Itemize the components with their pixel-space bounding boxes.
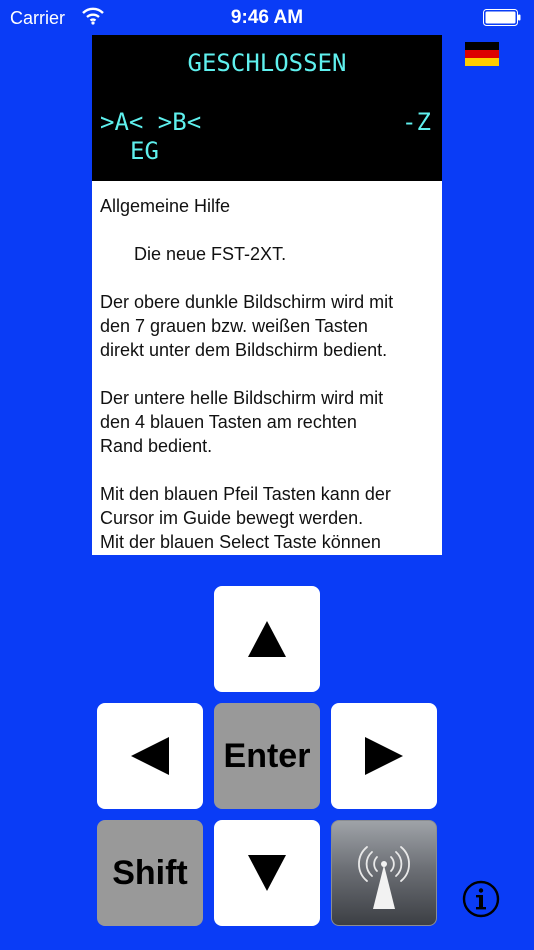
- arrow-up-icon: [248, 621, 286, 657]
- right-arrow-button[interactable]: [331, 703, 437, 809]
- lcd-display[interactable]: GESCHLOSSEN >A< >B< -Z EG: [92, 35, 442, 181]
- lcd-line2-left: >A< >B<: [100, 108, 202, 136]
- down-arrow-button[interactable]: [214, 820, 320, 926]
- help-para3-line3: Mit der blauen Select Taste können: [100, 532, 381, 552]
- enter-label: Enter: [223, 736, 311, 775]
- help-text-panel[interactable]: Allgemeine Hilfe Die neue FST-2XT. Der o…: [92, 181, 442, 555]
- help-para2-line2: den 4 blauen Tasten am rechten: [100, 412, 357, 432]
- info-icon[interactable]: [462, 880, 500, 918]
- shift-button[interactable]: Shift: [97, 820, 203, 926]
- help-para3-line1: Mit den blauen Pfeil Tasten kann der: [100, 484, 391, 504]
- left-arrow-button[interactable]: [97, 703, 203, 809]
- radio-antenna-icon: [358, 846, 410, 909]
- clock-time: 9:46 AM: [230, 7, 304, 28]
- arrow-left-icon: [131, 737, 169, 775]
- help-para3-line2: Cursor im Guide bewegt werden.: [100, 508, 364, 528]
- help-para1-line2: den 7 grauen bzw. weißen Tasten: [100, 316, 368, 336]
- help-title: Allgemeine Hilfe: [100, 196, 231, 216]
- battery-icon: [483, 9, 521, 26]
- help-para2-line3: Rand bedient.: [100, 436, 213, 456]
- arrow-right-icon: [365, 737, 403, 775]
- enter-button[interactable]: Enter: [214, 703, 320, 809]
- help-para1-line3: direkt unter dem Bildschirm bedient.: [100, 340, 388, 360]
- shift-label: Shift: [112, 853, 188, 892]
- help-para2-line1: Der untere helle Bildschirm wird mit: [100, 388, 384, 408]
- help-para1-line1: Der obere dunkle Bildschirm wird mit: [100, 292, 394, 312]
- arrow-down-icon: [248, 855, 286, 891]
- help-intro: Die neue FST-2XT.: [134, 244, 287, 264]
- german-flag-icon[interactable]: [465, 42, 499, 66]
- radio-transmit-button[interactable]: [331, 820, 437, 926]
- lcd-status-text: GESCHLOSSEN: [187, 49, 347, 77]
- status-bar: Carrier 9:46 AM: [0, 0, 534, 36]
- lcd-line2-right: -Z: [402, 108, 431, 136]
- lcd-line3: EG: [130, 137, 159, 165]
- up-arrow-button[interactable]: [214, 586, 320, 692]
